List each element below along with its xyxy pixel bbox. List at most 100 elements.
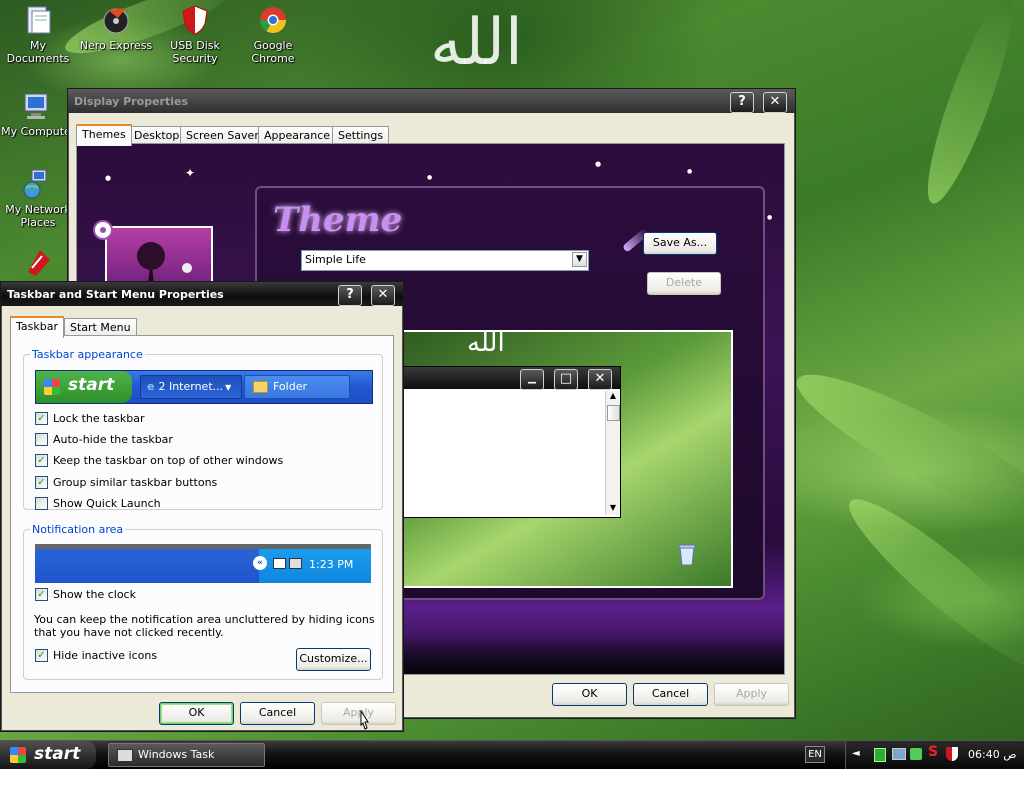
tray-volume-icon xyxy=(289,558,302,569)
minimize-icon: ▁ xyxy=(520,369,544,390)
desktop-icon-label: Nero Express xyxy=(79,39,153,52)
star-decoration: ● xyxy=(427,174,433,181)
taskbar-clock[interactable]: 06:40 ص xyxy=(968,748,1017,761)
preview-task-label: Folder xyxy=(273,380,307,393)
ok-button[interactable]: OK xyxy=(159,702,234,725)
delete-button[interactable]: Delete xyxy=(647,272,721,295)
apply-button[interactable]: Apply xyxy=(714,683,789,706)
tray-network-icon[interactable] xyxy=(874,748,886,762)
chevron-down-icon[interactable]: ▼ xyxy=(572,252,587,267)
scroll-thumb xyxy=(607,405,620,421)
desktop-icon-google-chrome[interactable]: Google Chrome xyxy=(233,4,313,65)
tray-app-icon[interactable] xyxy=(910,748,922,760)
desktop-icon-nero-express[interactable]: Nero Express xyxy=(76,4,156,52)
task-manager-icon xyxy=(117,748,133,762)
start-label: start xyxy=(34,744,81,764)
checkbox-box: ✓ xyxy=(35,648,48,662)
preview-window-titlebar: w ▁ □ ✕ xyxy=(397,367,620,390)
desktop-icon-my-computer[interactable]: My Compute xyxy=(0,90,76,138)
tab-themes[interactable]: Themes xyxy=(76,124,132,146)
tab-desktop[interactable]: Desktop xyxy=(128,126,186,144)
show-clock-checkbox[interactable]: ✓ Show the clock xyxy=(35,587,136,602)
theme-preview: الله w ▁ □ ✕ ▲ ▼ xyxy=(395,330,733,588)
taskbar-panel: Taskbar appearance start e2 Internet... ▼… xyxy=(10,335,394,693)
grass-blade xyxy=(834,482,1024,688)
preview-task-internet: e2 Internet... ▼ xyxy=(140,375,242,399)
preview-start-button: start xyxy=(36,371,132,403)
taskbar-task-button[interactable]: Windows Task Manager xyxy=(108,743,265,783)
checkbox-label: Hide inactive icons xyxy=(53,649,158,662)
nero-icon xyxy=(100,4,132,36)
tab-screen-saver[interactable]: Screen Saver xyxy=(180,126,265,144)
hide-inactive-checkbox[interactable]: ✓ Hide inactive icons xyxy=(35,648,158,663)
tray-clock: 1:23 PM xyxy=(309,558,354,571)
checkbox-label: Show Quick Launch xyxy=(53,497,161,510)
checkbox-label: Auto-hide the taskbar xyxy=(53,433,173,446)
checkbox-box xyxy=(35,432,48,446)
help-button[interactable]: ? xyxy=(338,285,362,306)
cancel-button[interactable]: Cancel xyxy=(240,702,315,725)
language-indicator[interactable]: EN xyxy=(805,746,825,763)
system-tray: ◄ S 06:40 ص xyxy=(845,741,1024,769)
notification-description: You can keep the notification area unclu… xyxy=(34,613,375,639)
help-button[interactable]: ? xyxy=(730,92,754,113)
shield-icon xyxy=(179,4,211,36)
tray-show-icon[interactable]: ◄ xyxy=(852,748,860,759)
taskbar-properties-titlebar[interactable]: Taskbar and Start Menu Properties ? ✕ xyxy=(1,282,403,306)
quick-launch-checkbox[interactable]: Show Quick Launch xyxy=(35,496,161,511)
tab-appearance[interactable]: Appearance xyxy=(258,126,337,144)
keep-on-top-checkbox[interactable]: ✓ Keep the taskbar on top of other window… xyxy=(35,453,283,468)
taskbar-preview: start e2 Internet... ▼ Folder xyxy=(35,370,373,404)
chrome-icon xyxy=(257,4,289,36)
windows-logo-icon xyxy=(44,379,60,395)
tab-taskbar[interactable]: Taskbar xyxy=(10,316,64,338)
network-icon xyxy=(22,168,54,200)
desktop-icon-label: USB Disk Security xyxy=(170,39,220,65)
desktop-icon-my-documents[interactable]: My Documents xyxy=(0,4,78,65)
taskbar: start Windows Task Manager EN ◄ S 06:40 … xyxy=(0,740,1024,783)
shield-icon[interactable] xyxy=(946,747,958,761)
tab-start-menu[interactable]: Start Menu xyxy=(64,318,137,336)
theme-heading: Theme xyxy=(273,200,403,240)
taskbar-properties-window: Taskbar and Start Menu Properties ? ✕ Ta… xyxy=(0,281,404,732)
group-similar-checkbox[interactable]: ✓ Group similar taskbar buttons xyxy=(35,475,217,490)
tray-s-icon[interactable]: S xyxy=(928,744,938,760)
lock-taskbar-checkbox[interactable]: ✓ Lock the taskbar xyxy=(35,411,145,426)
close-button[interactable]: ✕ xyxy=(763,92,787,113)
tray-area: « 1:23 PM xyxy=(253,549,371,583)
close-icon: ✕ xyxy=(588,369,612,390)
tray-monitor-icon[interactable] xyxy=(892,748,906,760)
desktop-icon-usb-disk-security[interactable]: USB Disk Security xyxy=(155,4,235,65)
ok-button[interactable]: OK xyxy=(552,683,627,706)
taskbar-properties-tabs: Taskbar Start Menu xyxy=(10,316,210,338)
star-decoration: ● xyxy=(687,168,693,175)
cancel-button[interactable]: Cancel xyxy=(633,683,708,706)
folder-documents-icon xyxy=(22,4,54,36)
display-properties-titlebar[interactable]: Display Properties ? ✕ xyxy=(68,89,795,113)
expand-chevron-icon: « xyxy=(253,556,267,570)
scroll-up-icon: ▲ xyxy=(609,391,617,400)
partial-desktop-icon[interactable] xyxy=(22,246,54,278)
auto-hide-checkbox[interactable]: Auto-hide the taskbar xyxy=(35,432,173,447)
folder-icon xyxy=(253,381,268,393)
preview-task-label: 2 Internet... xyxy=(158,380,224,393)
preview-task-folder: Folder xyxy=(244,375,350,399)
star-decoration: ● xyxy=(767,214,773,221)
checkbox-box xyxy=(35,496,48,510)
start-button[interactable]: start xyxy=(0,741,96,769)
checkbox-label: Lock the taskbar xyxy=(53,412,145,425)
tray-network-icon xyxy=(273,558,286,569)
checkbox-box: ✓ xyxy=(35,475,48,489)
theme-select-value: Simple Life xyxy=(305,253,366,266)
customize-button[interactable]: Customize... xyxy=(296,648,371,671)
window-title: Taskbar and Start Menu Properties xyxy=(7,288,224,301)
star-decoration: ✦ xyxy=(185,166,196,180)
scroll-down-icon: ▼ xyxy=(609,503,617,512)
tab-settings[interactable]: Settings xyxy=(332,126,390,144)
theme-select[interactable]: Simple Life ▼ xyxy=(301,250,589,271)
save-as-button[interactable]: Save As... xyxy=(643,232,717,255)
close-button[interactable]: ✕ xyxy=(371,285,395,306)
star-decoration: ● xyxy=(595,160,602,168)
star-decoration: ● xyxy=(105,174,112,182)
chevron-down-icon: ▼ xyxy=(225,383,232,392)
